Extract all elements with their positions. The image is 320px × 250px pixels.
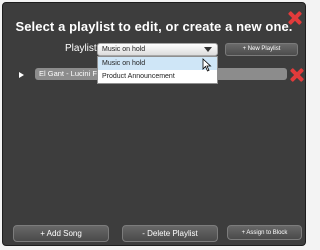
play-icon[interactable] xyxy=(19,72,24,78)
playlist-dialog: Select a playlist to edit, or create a n… xyxy=(2,2,306,246)
dropdown-option-music-on-hold[interactable]: Music on hold xyxy=(98,57,217,70)
dropdown-option-product-announcement[interactable]: Product Announcement xyxy=(98,70,217,83)
new-playlist-button[interactable]: + New Playlist xyxy=(225,43,298,56)
chevron-down-icon xyxy=(204,47,212,52)
assign-to-block-button[interactable]: + Assign to Block xyxy=(227,225,302,240)
playlist-select[interactable]: Music on hold xyxy=(97,43,218,56)
playlist-dropdown-list: Music on hold Product Announcement xyxy=(97,56,218,84)
mouse-cursor-icon xyxy=(202,58,212,72)
playlist-select-value: Music on hold xyxy=(102,46,146,53)
dialog-title: Select a playlist to edit, or create a n… xyxy=(15,19,293,34)
add-song-button[interactable]: + Add Song xyxy=(13,225,109,242)
remove-track-icon[interactable] xyxy=(290,68,304,82)
delete-playlist-button[interactable]: - Delete Playlist xyxy=(122,225,218,242)
playlist-label: Playlist xyxy=(65,43,97,54)
track-name: El Gant - Lucini Fi xyxy=(39,69,99,78)
